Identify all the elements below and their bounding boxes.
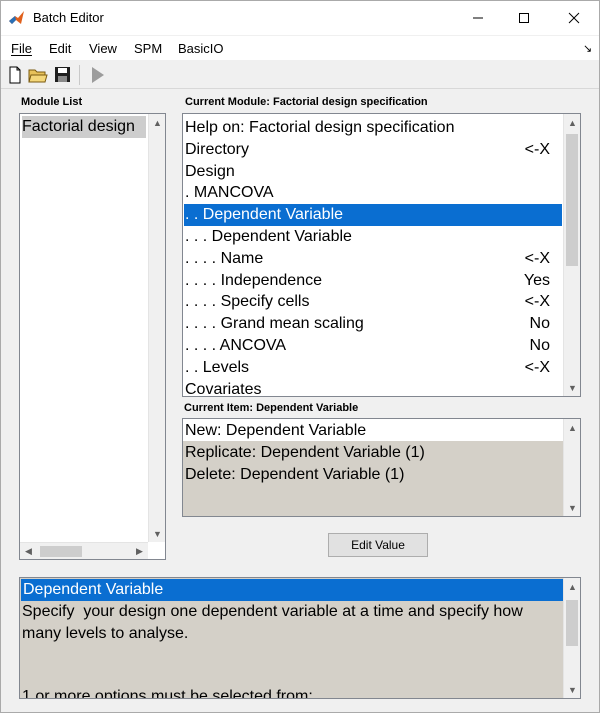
scroll-down-icon[interactable]: ▼ bbox=[564, 379, 580, 396]
menu-basicio[interactable]: BasicIO bbox=[178, 41, 224, 56]
batch-editor-window: Batch Editor File Edit View SPM BasicIO … bbox=[0, 0, 600, 713]
current-module-row-value: No bbox=[529, 315, 550, 333]
current-item-option[interactable]: New: Dependent Variable bbox=[185, 420, 366, 442]
help-text-line: 1 or more options must be selected from: bbox=[22, 688, 313, 699]
current-module-row[interactable]: . . Levels bbox=[185, 357, 249, 379]
scroll-down-icon[interactable]: ▼ bbox=[564, 499, 580, 516]
maximize-icon bbox=[519, 13, 529, 23]
edit-value-button[interactable]: Edit Value bbox=[328, 533, 428, 557]
current-module-row-value: <-X bbox=[524, 293, 550, 311]
maximize-button[interactable] bbox=[501, 1, 547, 35]
current-module-label: Current Module: Factorial design specifi… bbox=[185, 96, 428, 108]
current-module-vscrollbar[interactable]: ▲ ▼ bbox=[563, 114, 580, 396]
current-module-row[interactable]: Design bbox=[185, 161, 235, 183]
scroll-up-icon[interactable]: ▲ bbox=[564, 578, 580, 595]
current-module-row[interactable]: . . . . Name bbox=[185, 248, 263, 270]
scroll-down-icon[interactable]: ▼ bbox=[564, 681, 580, 698]
current-module-row[interactable]: . . . . ANCOVA bbox=[185, 335, 286, 357]
help-vscrollbar[interactable]: ▲ ▼ bbox=[563, 578, 580, 698]
scroll-up-icon[interactable]: ▲ bbox=[149, 114, 165, 131]
menu-spm[interactable]: SPM bbox=[134, 41, 162, 56]
current-item-vscrollbar[interactable]: ▲ ▼ bbox=[563, 419, 580, 516]
current-item-option[interactable]: Replicate: Dependent Variable (1) bbox=[185, 442, 425, 464]
module-list-label: Module List bbox=[21, 96, 83, 108]
toolbar-separator bbox=[79, 65, 80, 85]
current-module-row[interactable]: . . . Dependent Variable bbox=[185, 226, 352, 248]
current-item-list[interactable]: New: Dependent Variable Replicate: Depen… bbox=[182, 418, 581, 517]
current-module-row[interactable]: Help on: Factorial design specification bbox=[185, 117, 454, 139]
current-module-row[interactable]: . . . . Specify cells bbox=[185, 291, 309, 313]
vscroll-thumb[interactable] bbox=[566, 600, 578, 646]
help-pane[interactable]: Dependent Variable Specify your design o… bbox=[19, 577, 581, 699]
hscroll-thumb[interactable] bbox=[40, 546, 82, 557]
help-title: Dependent Variable bbox=[21, 579, 563, 601]
menu-overflow-icon[interactable]: ↘ bbox=[583, 42, 592, 55]
current-module-row[interactable]: . MANCOVA bbox=[185, 182, 274, 204]
module-list-hscrollbar[interactable]: ◀ ▶ bbox=[20, 542, 148, 559]
module-list-vscrollbar[interactable]: ▲ ▼ bbox=[148, 114, 165, 542]
current-item-label: Current Item: Dependent Variable bbox=[184, 402, 359, 414]
scroll-down-icon[interactable]: ▼ bbox=[149, 525, 165, 542]
module-list-item[interactable]: Factorial design bbox=[22, 116, 146, 138]
save-disk-icon[interactable] bbox=[53, 66, 73, 84]
current-module-row[interactable]: Covariates bbox=[185, 379, 261, 396]
close-icon bbox=[568, 12, 580, 24]
scroll-up-icon[interactable]: ▲ bbox=[564, 114, 580, 131]
minimize-icon bbox=[473, 17, 483, 19]
current-item-option[interactable]: Delete: Dependent Variable (1) bbox=[185, 464, 404, 486]
menu-file[interactable]: File bbox=[11, 41, 32, 56]
current-module-row[interactable]: . . . . Independence bbox=[185, 270, 322, 292]
help-text-line: Specify your design one dependent variab… bbox=[22, 603, 523, 620]
current-module-list[interactable]: Help on: Factorial design specification D… bbox=[182, 113, 581, 397]
minimize-button[interactable] bbox=[455, 1, 501, 35]
new-file-icon[interactable] bbox=[5, 66, 25, 84]
current-module-row[interactable]: . . . . Grand mean scaling bbox=[185, 313, 364, 335]
menu-bar: File Edit View SPM BasicIO ↘ bbox=[1, 36, 599, 60]
current-module-row-value: Yes bbox=[523, 271, 550, 289]
window-title: Batch Editor bbox=[33, 10, 104, 25]
help-text-line: many levels to analyse. bbox=[22, 625, 189, 642]
scroll-right-icon[interactable]: ▶ bbox=[131, 543, 148, 559]
vscroll-thumb[interactable] bbox=[566, 134, 578, 266]
menu-edit[interactable]: Edit bbox=[49, 41, 71, 56]
scroll-up-icon[interactable]: ▲ bbox=[564, 419, 580, 436]
current-module-row-value: <-X bbox=[524, 140, 550, 158]
toolbar bbox=[1, 61, 599, 89]
title-bar: Batch Editor bbox=[1, 1, 599, 35]
close-button[interactable] bbox=[551, 1, 597, 35]
module-list[interactable]: Factorial design ▲ ▼ ◀ ▶ bbox=[19, 113, 166, 560]
menu-view[interactable]: View bbox=[89, 41, 117, 56]
current-module-row[interactable]: . . Dependent Variable bbox=[184, 204, 562, 227]
current-module-row[interactable]: Directory bbox=[185, 139, 249, 161]
current-module-row-value: <-X bbox=[524, 358, 550, 376]
current-module-row-value: No bbox=[529, 337, 550, 354]
scroll-left-icon[interactable]: ◀ bbox=[20, 543, 37, 559]
matlab-logo-icon bbox=[9, 11, 24, 24]
current-module-row-value: <-X bbox=[524, 249, 550, 267]
open-folder-icon[interactable] bbox=[28, 66, 48, 84]
run-play-icon[interactable] bbox=[88, 66, 108, 84]
